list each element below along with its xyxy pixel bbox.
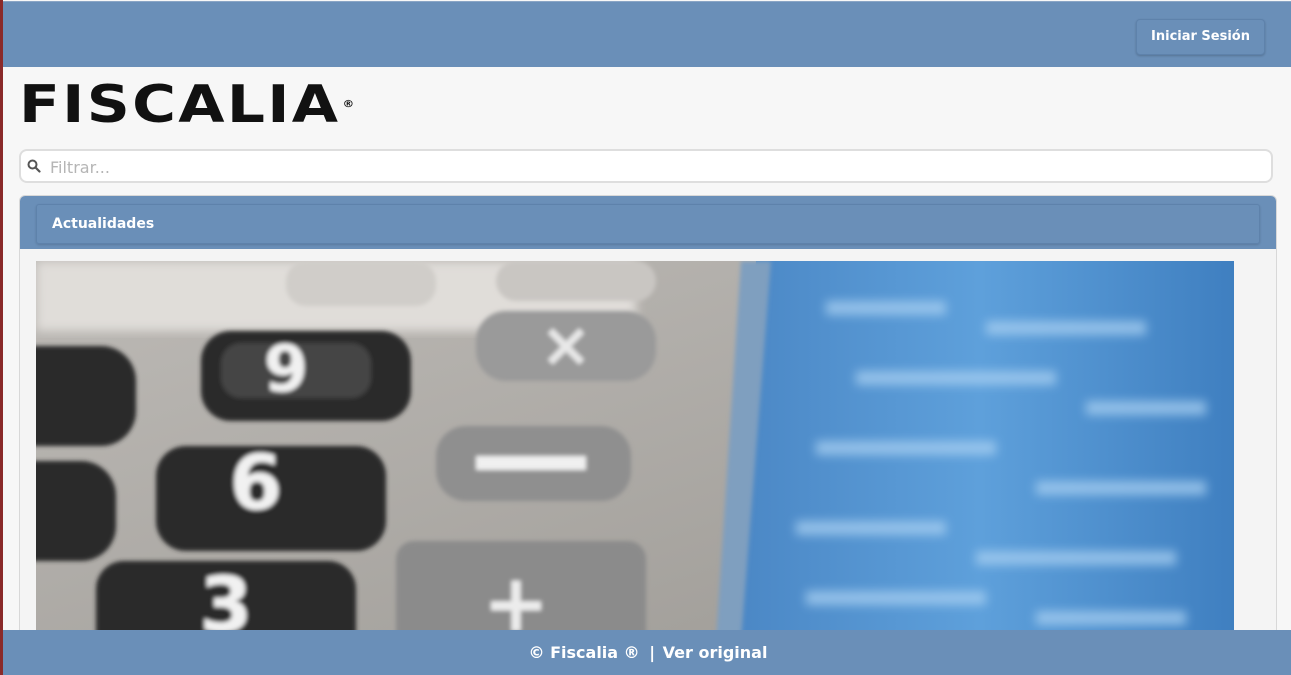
fiscalia-logo[interactable]: FISCALIA ® (19, 79, 355, 131)
ver-original-link[interactable]: Ver original (663, 643, 768, 662)
svg-text:6: 6 (230, 438, 283, 527)
calculator-photo: 9 6 3 × + (36, 261, 1234, 637)
login-button[interactable]: Iniciar Sesión (1136, 19, 1265, 55)
svg-text:+: + (482, 557, 549, 637)
panel-header: Actualidades (20, 196, 1276, 249)
logo-text: FISCALIA (19, 75, 341, 135)
footer-copyright: © Fiscalia ® (528, 643, 640, 662)
top-bar: Iniciar Sesión (3, 1, 1291, 68)
news-image[interactable]: 9 6 3 × + (36, 261, 1234, 637)
search-icon (27, 159, 41, 173)
main-content: FISCALIA® Actualidades (3, 67, 1291, 637)
news-panel: Actualidades 9 6 3 × + (19, 195, 1277, 637)
footer-separator: | (649, 643, 656, 662)
registered-mark: ® (342, 99, 355, 110)
footer: © Fiscalia ® | Ver original (3, 630, 1291, 675)
panel-title: Actualidades (52, 216, 155, 232)
svg-text:9: 9 (264, 333, 309, 407)
panel-header-button[interactable]: Actualidades (36, 204, 1260, 244)
svg-text:3: 3 (200, 560, 253, 637)
search-bar[interactable] (19, 149, 1273, 183)
search-input[interactable] (48, 153, 1262, 181)
svg-text:×: × (540, 308, 592, 381)
